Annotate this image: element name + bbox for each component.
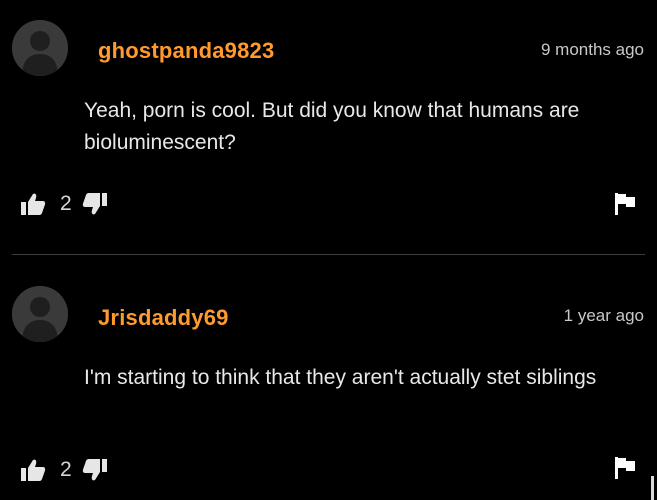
comment-timestamp: 9 months ago [540, 40, 644, 59]
comment-text: Yeah, porn is cool. But did you know tha… [84, 99, 580, 154]
thumbs-up-icon[interactable] [20, 457, 46, 483]
comment: ghostpanda9823 9 months ago Yeah, porn i… [0, 0, 657, 250]
comment-timestamp: 1 year ago [563, 306, 644, 325]
comment-text: I'm starting to think that they aren't a… [84, 366, 597, 389]
upvote-count: 2 [60, 192, 72, 215]
default-avatar-icon [12, 286, 68, 342]
flag-icon[interactable] [613, 456, 637, 480]
comment-username[interactable]: ghostpanda9823 [98, 38, 274, 64]
thumbs-up-icon[interactable] [20, 191, 46, 217]
avatar[interactable] [12, 286, 68, 342]
comment-actions: 2 [20, 455, 108, 485]
comment-divider [12, 254, 645, 255]
scrollbar[interactable] [651, 476, 654, 500]
thumbs-down-icon[interactable] [82, 191, 108, 217]
comment-username[interactable]: Jrisdaddy69 [98, 305, 229, 331]
comment-actions: 2 [20, 189, 108, 219]
default-avatar-icon [12, 20, 68, 76]
comment: Jrisdaddy69 1 year ago I'm starting to t… [0, 264, 657, 500]
upvote-count: 2 [60, 458, 72, 481]
flag-icon[interactable] [613, 192, 637, 216]
avatar[interactable] [12, 20, 68, 76]
thumbs-down-icon[interactable] [82, 457, 108, 483]
